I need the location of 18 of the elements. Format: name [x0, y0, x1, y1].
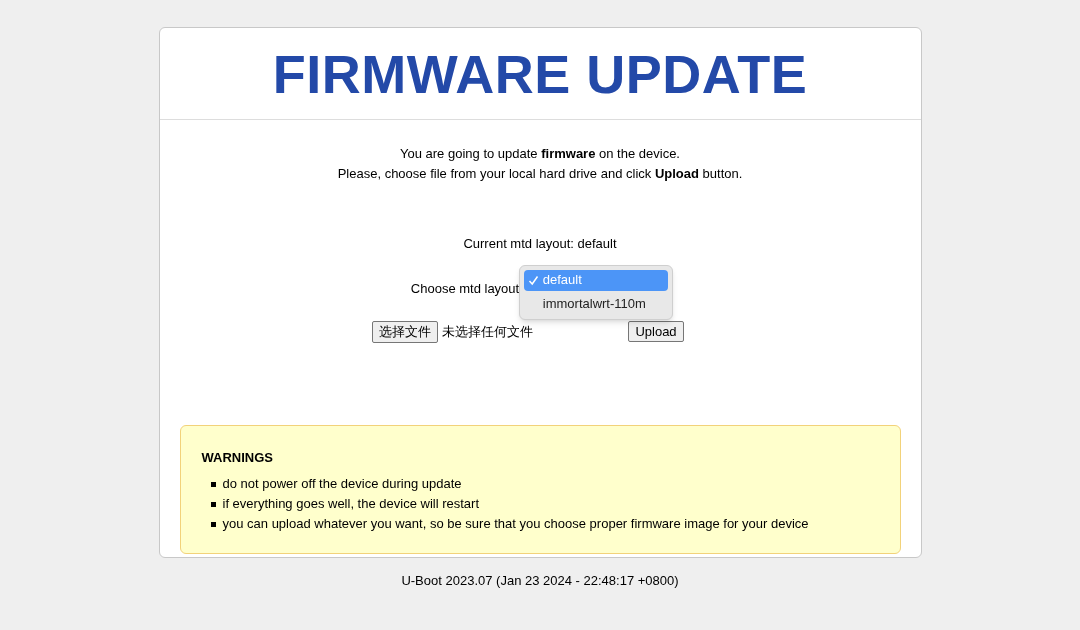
intro-text: You are going to update firmware on the device.	[400, 145, 680, 163]
current-layout-text: Current mtd layout: default	[463, 235, 617, 253]
bullet-icon	[210, 501, 216, 507]
choose-file-button[interactable]: 选择文件	[372, 320, 439, 343]
page-title: FIRMWARE UPDATE	[272, 46, 808, 101]
upload-button[interactable]: Upload	[628, 321, 684, 342]
footer-text: U-Boot 2023.07 (Jan 23 2024 - 22:48:17 +0800)	[401, 572, 679, 590]
layout-option[interactable]: immortalwrt-110m	[523, 293, 668, 315]
warning-item: do not power off the device during update	[222, 475, 462, 494]
bullet-icon	[210, 521, 216, 527]
bullet-icon	[210, 481, 216, 487]
check-icon	[527, 274, 539, 286]
choose-layout-label: Choose mtd layout	[410, 279, 520, 298]
file-status-text: 未选择任何文件	[442, 322, 535, 341]
warning-item: if everything goes well, the device will restart	[222, 495, 479, 514]
warning-item: you can upload whatever you want, so be sure that you choose proper firmware image for your device	[222, 515, 809, 534]
intro-text: Please, choose file from your local hard drive and click Upload button.	[337, 165, 743, 183]
warnings-title: WARNINGS	[201, 448, 274, 467]
